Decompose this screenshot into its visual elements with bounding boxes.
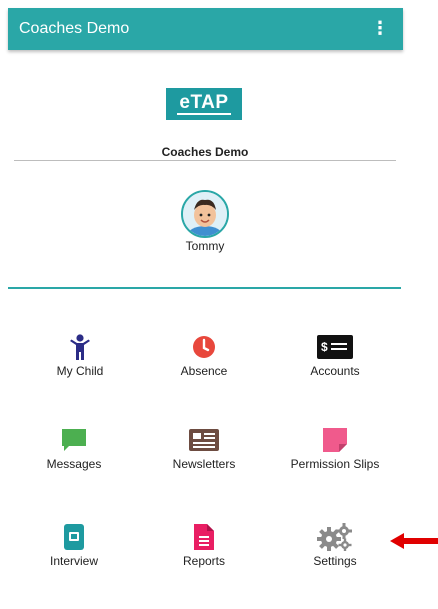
cash-icon: $ [315,332,355,362]
menu-my-child[interactable]: My Child [20,332,140,392]
menu-label: Permission Slips [290,457,380,471]
menu-label: Messages [46,457,102,471]
red-arrow-annotation [390,533,438,549]
svg-text:$: $ [321,340,328,354]
report-icon [184,522,224,552]
sticky-note-icon [315,425,355,455]
menu-interview[interactable]: Interview [14,522,134,582]
app-title: Coaches Demo [19,20,130,37]
child-icon [60,332,100,362]
menu-permission-slips[interactable]: Permission Slips [275,425,395,485]
menu-absence[interactable]: Absence [144,332,264,392]
app-bar: Coaches Demo ⋮ [8,8,403,50]
divider [14,160,396,161]
clock-icon [184,332,224,362]
section-divider [8,287,401,289]
menu-newsletters[interactable]: Newsletters [144,425,264,485]
menu-label: My Child [56,364,104,378]
menu-reports[interactable]: Reports [144,522,264,582]
etap-logo: eTAP [166,88,242,120]
menu-label: Accounts [310,364,360,378]
more-vert-icon[interactable]: ⋮ [371,19,389,37]
menu-messages[interactable]: Messages [14,425,134,485]
menu-settings[interactable]: Settings [275,522,395,582]
menu-label: Reports [182,554,226,568]
child-name: Tommy [185,239,225,253]
gears-icon [315,522,355,552]
menu-accounts[interactable]: $ Accounts [275,332,395,392]
school-name: Coaches Demo [161,145,249,159]
newspaper-icon [184,425,224,455]
menu-label: Interview [49,554,99,568]
menu-label: Absence [180,364,228,378]
child-avatar[interactable] [181,190,229,238]
child-photo-icon [183,192,227,236]
menu-label: Settings [313,554,357,568]
menu-label: Newsletters [172,457,236,471]
message-icon [54,425,94,455]
interview-icon [54,522,94,552]
logo-text: eTAP [177,92,231,115]
